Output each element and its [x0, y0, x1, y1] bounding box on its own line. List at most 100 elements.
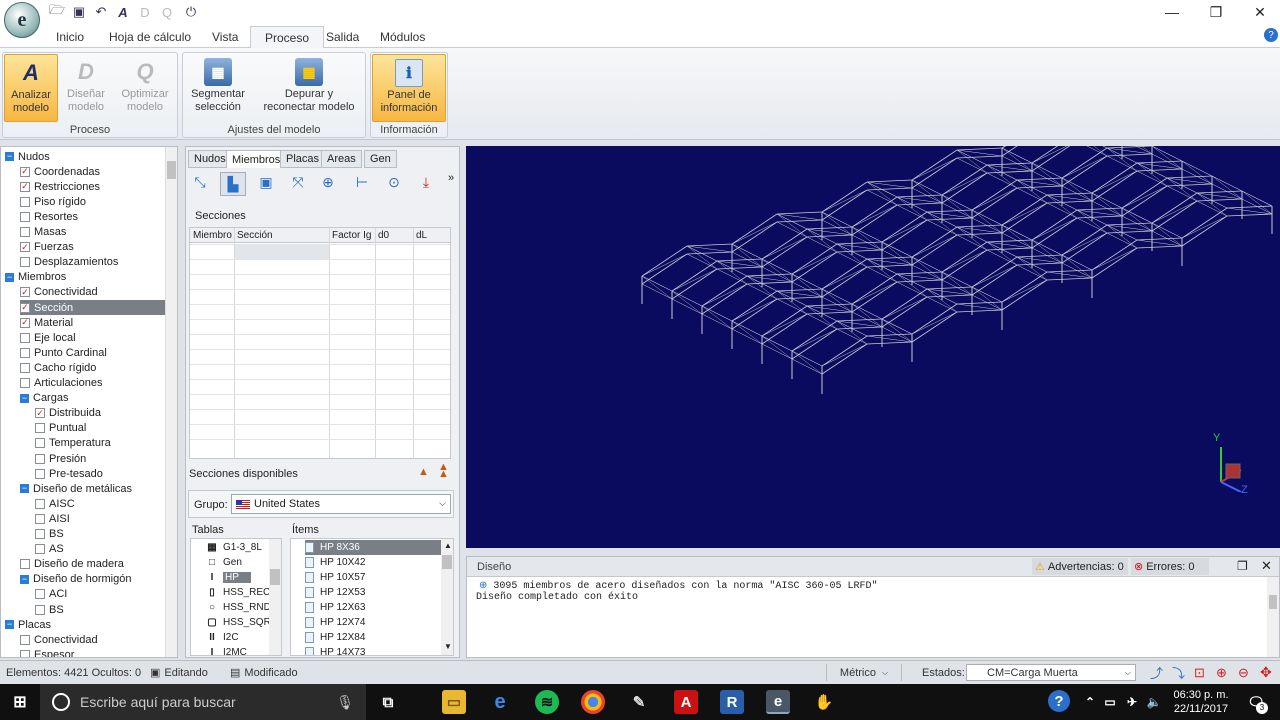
list-item[interactable]: ▢ HSS_SQR — [205, 615, 271, 630]
tree-item[interactable]: Desplazamientos — [20, 255, 165, 270]
design-close-icon[interactable]: ✕ — [1261, 558, 1272, 574]
ptab-miembros[interactable]: Miembros — [226, 150, 287, 168]
unchecked-icon[interactable] — [20, 634, 30, 645]
unchecked-icon[interactable] — [35, 468, 45, 479]
tree-item[interactable]: ✓ Conectividad — [20, 285, 165, 300]
design-quick-icon[interactable]: D — [136, 3, 154, 21]
collapse-icon[interactable]: − — [5, 272, 14, 282]
zoom-out-icon[interactable]: ⊖ — [1238, 664, 1249, 681]
tree-item[interactable]: Diseño de madera — [20, 557, 165, 572]
tree-item[interactable]: Conectividad — [20, 632, 165, 647]
tree-item[interactable]: AS — [35, 542, 165, 557]
tree-item[interactable]: ✓ Coordenadas — [20, 164, 165, 179]
revit-icon[interactable]: R — [720, 690, 744, 714]
ptab-placas[interactable]: Placas — [280, 150, 326, 168]
edge-icon[interactable]: e — [488, 690, 512, 714]
tree-item[interactable]: Puntual — [35, 421, 165, 436]
tree-item[interactable]: Resortes — [20, 209, 165, 224]
tab-salida[interactable]: Salida — [312, 26, 373, 48]
power-icon[interactable]: ⏻ — [182, 3, 200, 21]
file-explorer-icon[interactable]: ▭ — [442, 690, 466, 714]
tree-item[interactable]: ✓ Material — [20, 315, 165, 330]
checked-icon[interactable]: ✓ — [20, 302, 30, 313]
tree-item[interactable]: Piso rígido — [20, 194, 165, 209]
unchecked-icon[interactable] — [20, 211, 30, 222]
zoom-window-icon[interactable]: ⊡ — [1194, 664, 1205, 681]
task-view-icon[interactable]: ⧉ — [376, 690, 400, 714]
optimizar-modelo-button[interactable]: Q Optimizar modelo — [114, 54, 176, 122]
errors-badge[interactable]: ⊗ Errores: 0 — [1131, 558, 1209, 575]
panel-informacion-button[interactable]: ℹ Panel de información — [372, 54, 446, 122]
release-tool-icon[interactable]: ⊙ — [384, 174, 404, 194]
list-item[interactable]: II I2C — [205, 630, 238, 645]
checked-icon[interactable]: ✓ — [20, 181, 30, 192]
tree-item[interactable]: ✓ Sección — [20, 300, 165, 315]
unchecked-icon[interactable] — [35, 589, 45, 600]
cardinal-tool-icon[interactable]: ⊕ — [318, 174, 338, 194]
ptab-areas[interactable]: Areas — [321, 150, 362, 168]
spotify-icon[interactable]: ≋ — [535, 690, 559, 714]
view-tool-1-icon[interactable]: ⤴ — [1150, 664, 1163, 681]
help-icon[interactable]: ? — [1264, 28, 1278, 42]
tree-item[interactable]: Punto Cardinal — [20, 345, 165, 360]
help-tray-icon[interactable]: ? — [1048, 690, 1070, 712]
tree-item[interactable]: − Nudos — [5, 149, 165, 164]
windows-start-icon[interactable]: ⊞ — [8, 690, 32, 714]
battery-icon[interactable]: ▭ — [1098, 690, 1122, 714]
column-header[interactable]: Factor Ig — [332, 230, 371, 241]
scroll-up-icon[interactable]: ▲ — [444, 541, 452, 550]
tree-item[interactable]: Pre-tesado — [35, 466, 165, 481]
model-viewport[interactable]: Y Z — [466, 146, 1280, 548]
rigid-offset-tool-icon[interactable]: ⊢ — [352, 174, 372, 194]
unchecked-icon[interactable] — [35, 453, 45, 464]
unchecked-icon[interactable] — [35, 604, 45, 615]
minimize-button[interactable]: — — [1150, 0, 1194, 24]
etools-icon[interactable]: e — [766, 690, 790, 714]
tree-item[interactable]: Eje local — [20, 330, 165, 345]
undo-icon[interactable]: ↶ — [92, 3, 110, 21]
tab-inicio[interactable]: Inicio — [42, 26, 98, 48]
unchecked-icon[interactable] — [20, 378, 30, 388]
column-header[interactable]: Sección — [237, 230, 273, 241]
collapse-icon[interactable]: − — [20, 393, 29, 403]
tab-modulos[interactable]: Módulos — [366, 26, 439, 48]
tree-item[interactable]: − Cargas — [20, 391, 165, 406]
tree-scroll-thumb[interactable] — [167, 161, 176, 179]
checked-icon[interactable]: ✓ — [20, 166, 30, 177]
tablas-scroll-thumb[interactable] — [270, 569, 280, 585]
tree-item[interactable]: ✓ Distribuida — [35, 406, 165, 421]
collapse-up-icon[interactable]: ▲ — [418, 466, 429, 478]
collapse-icon[interactable]: − — [20, 484, 29, 494]
material-tool-icon[interactable]: ▣ — [256, 174, 276, 194]
tree-item[interactable]: − Miembros — [5, 270, 165, 285]
tree-item[interactable]: Masas — [20, 225, 165, 240]
more-tools-icon[interactable]: » — [448, 172, 458, 184]
list-item[interactable]: HP 14X73 — [305, 645, 441, 655]
local-axis-tool-icon[interactable]: ⤧ — [288, 174, 308, 194]
clock[interactable]: 06:30 p. m. 22/11/2017 — [1170, 688, 1232, 716]
app-menu-button[interactable]: e — [4, 2, 40, 38]
analizar-modelo-button[interactable]: A Analizar modelo — [4, 54, 58, 122]
checked-icon[interactable]: ✓ — [20, 287, 30, 298]
table-row[interactable] — [235, 244, 329, 259]
tree-item[interactable]: Presión — [35, 451, 165, 466]
tree-item[interactable]: ✓ Restricciones — [20, 179, 165, 194]
tab-hoja-calculo[interactable]: Hoja de cálculo — [95, 26, 205, 48]
states-select[interactable]: CM=Carga Muerta ⌵ — [966, 664, 1136, 681]
list-item[interactable]: □ Gen — [205, 555, 242, 570]
list-item[interactable]: HP 8X36 — [305, 540, 441, 555]
list-item[interactable]: I HP — [205, 570, 251, 585]
open-icon[interactable]: 🗁 — [48, 2, 66, 21]
list-item[interactable]: HP 12X63 — [305, 600, 441, 615]
tree-item[interactable]: − Diseño de hormigón — [20, 572, 165, 587]
autocad-icon[interactable]: A — [674, 690, 698, 714]
depurar-reconectar-button[interactable]: ▦ Depurar y reconectar modelo — [256, 54, 362, 122]
unchecked-icon[interactable] — [20, 196, 30, 207]
unchecked-icon[interactable] — [35, 423, 45, 434]
checked-icon[interactable]: ✓ — [20, 242, 30, 253]
unchecked-icon[interactable] — [20, 257, 30, 268]
list-item[interactable]: HP 12X53 — [305, 585, 441, 600]
member-tool-1-icon[interactable]: ⤡ — [190, 174, 210, 194]
list-item[interactable]: ▯ HSS_REC — [205, 585, 270, 600]
tree-item[interactable]: Temperatura — [35, 436, 165, 451]
